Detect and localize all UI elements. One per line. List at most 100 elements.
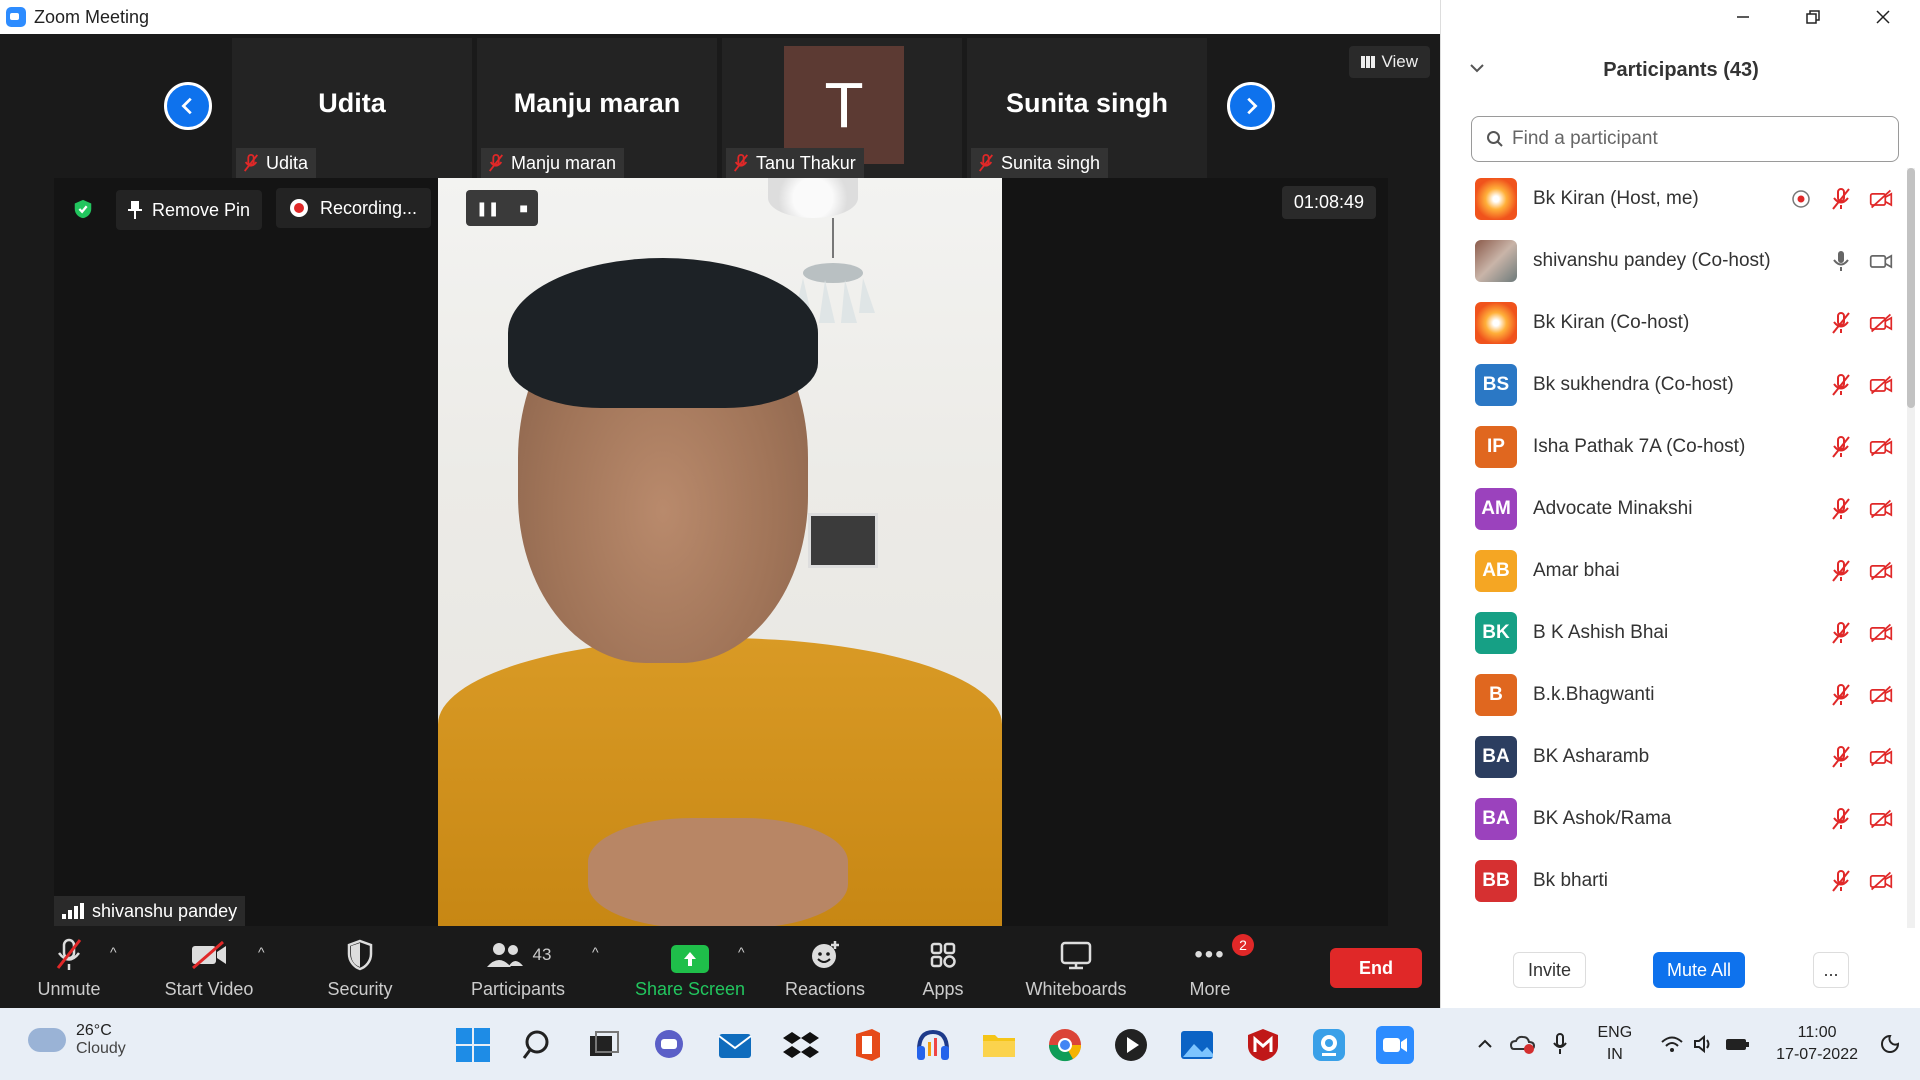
task-view-icon[interactable] bbox=[584, 1026, 622, 1064]
mic-muted-icon[interactable] bbox=[1829, 187, 1853, 211]
cloud-icon bbox=[28, 1028, 66, 1052]
participant-status-icons bbox=[1829, 559, 1893, 583]
participant-row[interactable]: AM Advocate Minakshi bbox=[1441, 478, 1911, 540]
audio-options-caret[interactable]: ^ bbox=[110, 944, 117, 960]
audio-app-icon[interactable] bbox=[914, 1026, 952, 1064]
dropbox-icon[interactable] bbox=[782, 1026, 820, 1064]
weather-temp: 26°C bbox=[76, 1022, 112, 1039]
video-off-icon[interactable] bbox=[1869, 745, 1893, 769]
gallery-tile-manju-maran[interactable]: Manju maran Manju maran bbox=[477, 38, 717, 178]
stop-recording-button[interactable]: ■ bbox=[520, 200, 528, 216]
whiteboards-button[interactable]: Whiteboards bbox=[1018, 930, 1134, 1008]
zoom-taskbar-icon[interactable] bbox=[1376, 1026, 1414, 1064]
participant-row[interactable]: BA BK Ashok/Rama bbox=[1441, 788, 1911, 850]
pause-recording-button[interactable]: ❚❚ bbox=[476, 200, 499, 217]
video-off-icon[interactable] bbox=[1869, 187, 1893, 211]
mic-muted-icon[interactable] bbox=[1829, 435, 1853, 459]
microphone-icon[interactable] bbox=[1551, 1032, 1569, 1056]
mic-muted-icon[interactable] bbox=[1829, 621, 1853, 645]
gallery-next-button[interactable] bbox=[1227, 82, 1275, 130]
end-meeting-button[interactable]: End bbox=[1330, 948, 1422, 988]
video-off-icon[interactable] bbox=[1869, 373, 1893, 397]
mic-on-icon[interactable] bbox=[1829, 249, 1853, 273]
participants-options-caret[interactable]: ^ bbox=[592, 944, 599, 960]
participants-button[interactable]: 43 Participants bbox=[466, 930, 570, 1008]
input-language[interactable]: ENG IN bbox=[1597, 1022, 1632, 1066]
notifications-icon[interactable] bbox=[1880, 1034, 1900, 1054]
video-off-icon[interactable] bbox=[1869, 683, 1893, 707]
view-button[interactable]: View bbox=[1349, 46, 1430, 78]
media-player-icon[interactable] bbox=[1112, 1026, 1150, 1064]
video-off-icon[interactable] bbox=[1869, 559, 1893, 583]
share-screen-button[interactable]: Share Screen bbox=[632, 930, 748, 1008]
mic-muted-icon[interactable] bbox=[1829, 559, 1853, 583]
share-options-caret[interactable]: ^ bbox=[738, 944, 745, 960]
weather-widget[interactable]: 26°C Cloudy bbox=[28, 1022, 126, 1058]
participant-row[interactable]: BB Bk bharti bbox=[1441, 850, 1911, 912]
search-icon[interactable] bbox=[520, 1026, 558, 1064]
video-off-icon[interactable] bbox=[1869, 497, 1893, 521]
encryption-shield-icon[interactable] bbox=[72, 198, 94, 220]
mic-muted-icon[interactable] bbox=[1829, 869, 1853, 893]
invite-button[interactable]: Invite bbox=[1513, 952, 1587, 988]
mic-muted-icon[interactable] bbox=[1829, 497, 1853, 521]
gallery-prev-button[interactable] bbox=[164, 82, 212, 130]
participant-row[interactable]: BK B K Ashish Bhai bbox=[1441, 602, 1911, 664]
start-icon[interactable] bbox=[454, 1026, 492, 1064]
gallery-tile-sunita-singh[interactable]: Sunita singh Sunita singh bbox=[967, 38, 1207, 178]
video-off-icon[interactable] bbox=[1869, 621, 1893, 645]
webcam-app-icon[interactable] bbox=[1310, 1026, 1348, 1064]
mic-muted-icon[interactable] bbox=[1829, 807, 1853, 831]
file-explorer-icon[interactable] bbox=[980, 1026, 1018, 1064]
video-off-icon[interactable] bbox=[1869, 807, 1893, 831]
participant-status-icons bbox=[1829, 745, 1893, 769]
video-off-icon[interactable] bbox=[1869, 311, 1893, 335]
participant-row[interactable]: shivanshu pandey (Co-host) bbox=[1441, 230, 1911, 292]
participants-count: 43 bbox=[532, 945, 552, 964]
volume-icon[interactable] bbox=[1692, 1034, 1716, 1054]
participant-row[interactable]: AB Amar bhai bbox=[1441, 540, 1911, 602]
participant-row[interactable]: BS Bk sukhendra (Co-host) bbox=[1441, 354, 1911, 416]
mic-muted-icon[interactable] bbox=[1829, 311, 1853, 335]
start-video-button[interactable]: Start Video bbox=[154, 930, 264, 1008]
mic-muted-icon[interactable] bbox=[1829, 745, 1853, 769]
remove-pin-button[interactable]: Remove Pin bbox=[116, 190, 263, 230]
mcafee-icon[interactable] bbox=[1244, 1026, 1282, 1064]
video-options-caret[interactable]: ^ bbox=[258, 944, 265, 960]
scrollbar-thumb[interactable] bbox=[1907, 168, 1915, 408]
participant-row[interactable]: Bk Kiran (Host, me) bbox=[1441, 168, 1911, 230]
reactions-button[interactable]: Reactions bbox=[780, 930, 870, 1008]
chrome-icon[interactable] bbox=[1046, 1026, 1084, 1064]
gallery-tile-udita[interactable]: Udita Udita bbox=[232, 38, 472, 178]
more-button[interactable]: ••• More bbox=[1180, 930, 1240, 1008]
participant-row[interactable]: BA BK Asharamb bbox=[1441, 726, 1911, 788]
office-icon[interactable] bbox=[848, 1026, 886, 1064]
participant-list-scrollbar[interactable] bbox=[1907, 168, 1915, 928]
chevron-up-icon[interactable] bbox=[1475, 1034, 1495, 1054]
mic-muted-icon[interactable] bbox=[1829, 373, 1853, 397]
chat-icon[interactable] bbox=[650, 1026, 688, 1064]
minimize-button[interactable] bbox=[1713, 2, 1773, 32]
photos-icon[interactable] bbox=[1178, 1026, 1216, 1064]
mic-muted-icon[interactable] bbox=[1829, 683, 1853, 707]
participant-row[interactable]: B B.k.Bhagwanti bbox=[1441, 664, 1911, 726]
apps-button[interactable]: Apps bbox=[910, 930, 976, 1008]
mute-all-button[interactable]: Mute All bbox=[1653, 952, 1746, 988]
more-options-button[interactable]: ... bbox=[1813, 952, 1849, 988]
mail-icon[interactable] bbox=[716, 1026, 754, 1064]
clock[interactable]: 11:00 17-07-2022 bbox=[1776, 1022, 1858, 1066]
participant-row[interactable]: Bk Kiran (Co-host) bbox=[1441, 292, 1911, 354]
close-button[interactable] bbox=[1853, 2, 1913, 32]
gallery-tile-tanu-thakur[interactable]: T Tanu Thakur bbox=[722, 38, 962, 178]
participant-row[interactable]: IP Isha Pathak 7A (Co-host) bbox=[1441, 416, 1911, 478]
battery-icon[interactable] bbox=[1724, 1034, 1750, 1054]
video-on-icon[interactable] bbox=[1869, 249, 1893, 273]
video-off-icon[interactable] bbox=[1869, 869, 1893, 893]
security-button[interactable]: Security bbox=[320, 930, 400, 1008]
restore-button[interactable] bbox=[1783, 2, 1843, 32]
video-off-icon[interactable] bbox=[1869, 435, 1893, 459]
unmute-button[interactable]: Unmute bbox=[24, 930, 114, 1008]
search-input[interactable] bbox=[1512, 128, 1872, 150]
onedrive-error-icon[interactable] bbox=[1509, 1033, 1537, 1055]
wifi-icon[interactable] bbox=[1660, 1034, 1684, 1054]
